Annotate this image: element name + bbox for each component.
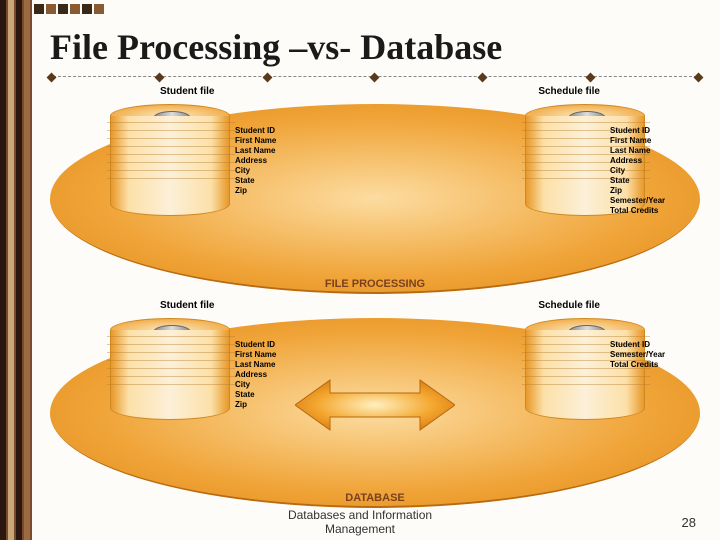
decorative-left-border xyxy=(0,0,32,540)
database-section-label: DATABASE xyxy=(345,492,404,504)
file-processing-diagram: Student file Schedule file Student IDFir… xyxy=(50,86,700,296)
page-number: 28 xyxy=(682,515,696,530)
schedule-file-label-db: Schedule file xyxy=(538,300,600,311)
student-file-label-db: Student file xyxy=(160,300,214,311)
schedule-file-label: Schedule file xyxy=(538,86,600,97)
schedule-file-fields-db: Student IDSemester/YearTotal Credits xyxy=(610,340,700,370)
file-processing-section-label: FILE PROCESSING xyxy=(325,278,425,290)
student-file-label: Student file xyxy=(160,86,214,97)
student-file-fields-db: Student IDFirst NameLast NameAddressCity… xyxy=(235,340,276,410)
decorative-squares xyxy=(34,4,104,14)
student-file-cylinder-icon xyxy=(110,104,230,216)
database-diagram: Student file Schedule file Student IDFir… xyxy=(50,300,700,510)
slide-title: File Processing –vs- Database xyxy=(50,26,502,68)
slide-footer: Databases and InformationManagement xyxy=(0,508,720,536)
schedule-file-fields: Student IDFirst NameLast NameAddressCity… xyxy=(610,126,700,216)
student-file-cylinder-db-icon xyxy=(110,318,230,420)
title-divider xyxy=(48,76,702,82)
bidirectional-arrow-icon xyxy=(295,375,455,435)
student-file-fields: Student IDFirst NameLast NameAddressCity… xyxy=(235,126,276,196)
